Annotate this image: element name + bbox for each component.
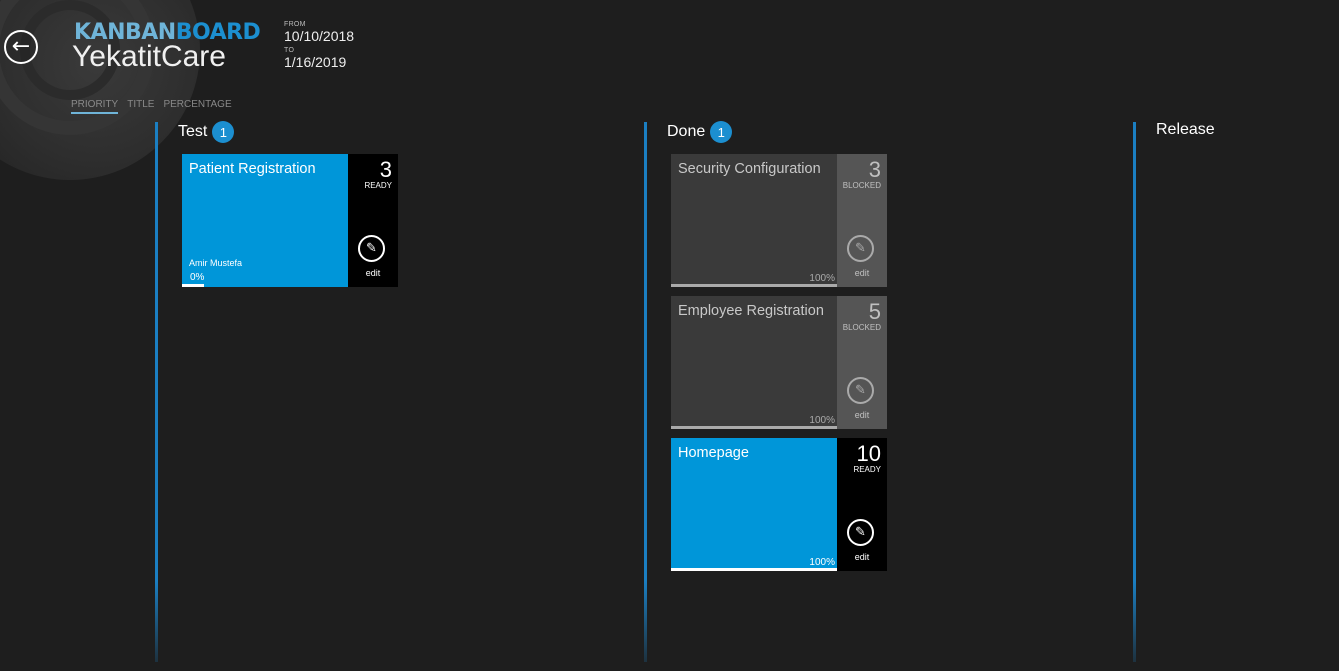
card-sidebar: 3 READY ✎ edit xyxy=(348,154,398,287)
back-button[interactable]: ← xyxy=(4,30,38,64)
card-body[interactable]: Employee Registration 100% xyxy=(671,296,837,429)
column-divider-done xyxy=(644,122,647,662)
to-date: 1/16/2019 xyxy=(284,54,347,70)
column-header-release: Release xyxy=(1156,121,1215,139)
sort-tabs: PRIORITY TITLE PERCENTAGE xyxy=(71,99,232,114)
card-percent: 100% xyxy=(809,557,835,568)
from-date: 10/10/2018 xyxy=(284,28,355,44)
card-state: READY xyxy=(853,465,881,474)
progress-bar xyxy=(671,426,837,429)
card-number: 3 xyxy=(868,157,881,182)
progress-fill xyxy=(182,284,204,287)
edit-button[interactable]: ✎ xyxy=(847,235,874,262)
progress-fill xyxy=(671,284,837,287)
card-state: BLOCKED xyxy=(842,181,881,190)
column-divider-release xyxy=(1133,122,1136,662)
task-card[interactable]: Employee Registration 100% 5 BLOCKED ✎ e… xyxy=(671,296,887,429)
pencil-icon: ✎ xyxy=(366,241,377,256)
card-sidebar: 10 READY ✎ edit xyxy=(837,438,887,571)
card-title: Employee Registration xyxy=(678,303,824,319)
edit-button[interactable]: ✎ xyxy=(847,519,874,546)
pencil-icon: ✎ xyxy=(855,241,866,256)
card-state: READY xyxy=(364,181,392,190)
edit-button[interactable]: ✎ xyxy=(847,377,874,404)
edit-label: edit xyxy=(854,268,870,278)
sort-tab-percentage[interactable]: PERCENTAGE xyxy=(163,99,231,114)
card-number: 3 xyxy=(379,157,392,182)
card-title: Security Configuration xyxy=(678,161,821,177)
card-body[interactable]: Patient Registration Amir Mustefa 0% xyxy=(182,154,348,287)
card-state: BLOCKED xyxy=(842,323,881,332)
column-title: Test xyxy=(178,123,208,140)
sort-tab-priority[interactable]: PRIORITY xyxy=(71,99,119,114)
to-label: TO xyxy=(284,47,295,54)
progress-bar xyxy=(671,568,837,571)
column-count-badge: 1 xyxy=(710,121,733,143)
column-header-test: Test 1 xyxy=(178,121,235,143)
card-body[interactable]: Security Configuration 100% xyxy=(671,154,837,287)
progress-bar xyxy=(182,284,348,287)
card-number: 5 xyxy=(868,299,881,324)
column-header-done: Done 1 xyxy=(667,121,733,143)
edit-label: edit xyxy=(854,552,870,562)
pencil-icon: ✎ xyxy=(855,525,866,540)
card-sidebar: 5 BLOCKED ✎ edit xyxy=(837,296,887,429)
card-title: Homepage xyxy=(678,445,749,461)
edit-label: edit xyxy=(854,410,870,420)
progress-fill xyxy=(671,426,837,429)
project-title: YekatitCare xyxy=(72,40,226,73)
task-card[interactable]: Patient Registration Amir Mustefa 0% 3 R… xyxy=(182,154,398,287)
column-divider-test xyxy=(155,122,158,662)
column-title: Done xyxy=(667,123,706,140)
pencil-icon: ✎ xyxy=(855,383,866,398)
column-count-badge: 1 xyxy=(212,121,235,143)
card-percent: 100% xyxy=(809,415,835,426)
card-number: 10 xyxy=(856,441,881,466)
progress-fill xyxy=(671,568,837,571)
edit-label: edit xyxy=(365,268,381,278)
card-title: Patient Registration xyxy=(189,161,316,177)
from-label: FROM xyxy=(284,21,306,28)
card-percent: 0% xyxy=(190,272,205,283)
card-sidebar: 3 BLOCKED ✎ edit xyxy=(837,154,887,287)
task-card[interactable]: Security Configuration 100% 3 BLOCKED ✎ … xyxy=(671,154,887,287)
task-card[interactable]: Homepage 100% 10 READY ✎ edit xyxy=(671,438,887,571)
card-body[interactable]: Homepage 100% xyxy=(671,438,837,571)
arrow-left-icon: ← xyxy=(11,34,31,59)
card-assignee: Amir Mustefa xyxy=(189,258,243,268)
edit-button[interactable]: ✎ xyxy=(358,235,385,262)
sort-tab-title[interactable]: TITLE xyxy=(127,99,154,114)
progress-bar xyxy=(671,284,837,287)
card-percent: 100% xyxy=(809,273,835,284)
column-title: Release xyxy=(1156,121,1215,138)
date-range: FROM 10/10/2018 TO 1/16/2019 xyxy=(284,21,354,73)
